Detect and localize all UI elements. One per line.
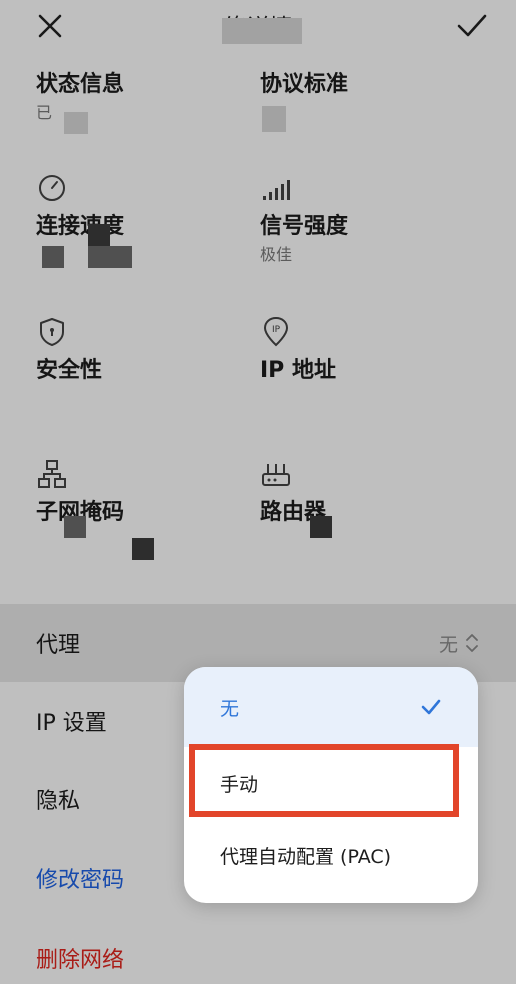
proxy-option-none-label: 无 <box>220 697 240 720</box>
check-icon <box>421 699 441 715</box>
proxy-option-pac-label: 代理自动配置 (PAC) <box>220 845 392 868</box>
proxy-option-pac[interactable]: 代理自动配置 (PAC) <box>184 819 478 891</box>
focus-highlight-box <box>189 744 459 817</box>
proxy-option-none[interactable]: 无 <box>184 667 478 747</box>
